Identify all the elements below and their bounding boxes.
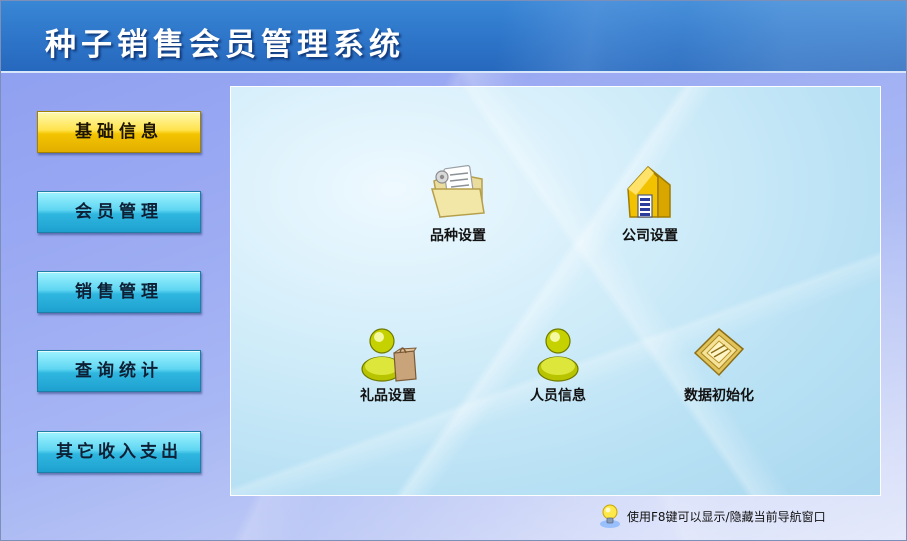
tile-gift-settings[interactable]: 礼品设置 (333, 319, 443, 405)
content-panel: 品种设置 公司设置 礼品设置 人员信息 数据初始化 (230, 86, 881, 496)
status-hint: 使用F8键可以显示/隐藏当前导航窗口 (599, 503, 826, 529)
header-bar: 种子销售会员管理系统 (1, 1, 906, 72)
nav-button-query-statistics[interactable]: 查询统计 (37, 350, 201, 392)
tile-label: 公司设置 (622, 228, 678, 244)
tile-label: 礼品设置 (360, 388, 416, 404)
header-divider (1, 71, 906, 73)
tile-label: 数据初始化 (684, 388, 754, 404)
user-shopping-bag-icon (361, 328, 417, 382)
app-title: 种子销售会员管理系统 (45, 27, 405, 63)
main-window: 种子销售会员管理系统 基础信息 会员管理 销售管理 查询统计 其它收入支出 品种… (0, 0, 907, 541)
hint-text: 使用F8键可以显示/隐藏当前导航窗口 (627, 509, 826, 524)
house-icon (627, 165, 671, 218)
folder-document-icon (431, 165, 485, 218)
user-icon (537, 328, 579, 382)
tile-company-settings[interactable]: 公司设置 (595, 159, 705, 245)
nav-button-basic-info[interactable]: 基础信息 (37, 111, 201, 153)
tile-variety-settings[interactable]: 品种设置 (403, 159, 513, 245)
nav-button-member-management[interactable]: 会员管理 (37, 191, 201, 233)
tile-label: 品种设置 (430, 228, 486, 244)
nav-button-other-income-expense[interactable]: 其它收入支出 (37, 431, 201, 473)
lightbulb-icon (600, 504, 620, 528)
nav-button-sales-management[interactable]: 销售管理 (37, 271, 201, 313)
data-folder-icon (693, 327, 745, 379)
tile-data-initialization[interactable]: 数据初始化 (664, 319, 774, 405)
tile-staff-info[interactable]: 人员信息 (503, 319, 613, 405)
tile-label: 人员信息 (530, 388, 586, 404)
